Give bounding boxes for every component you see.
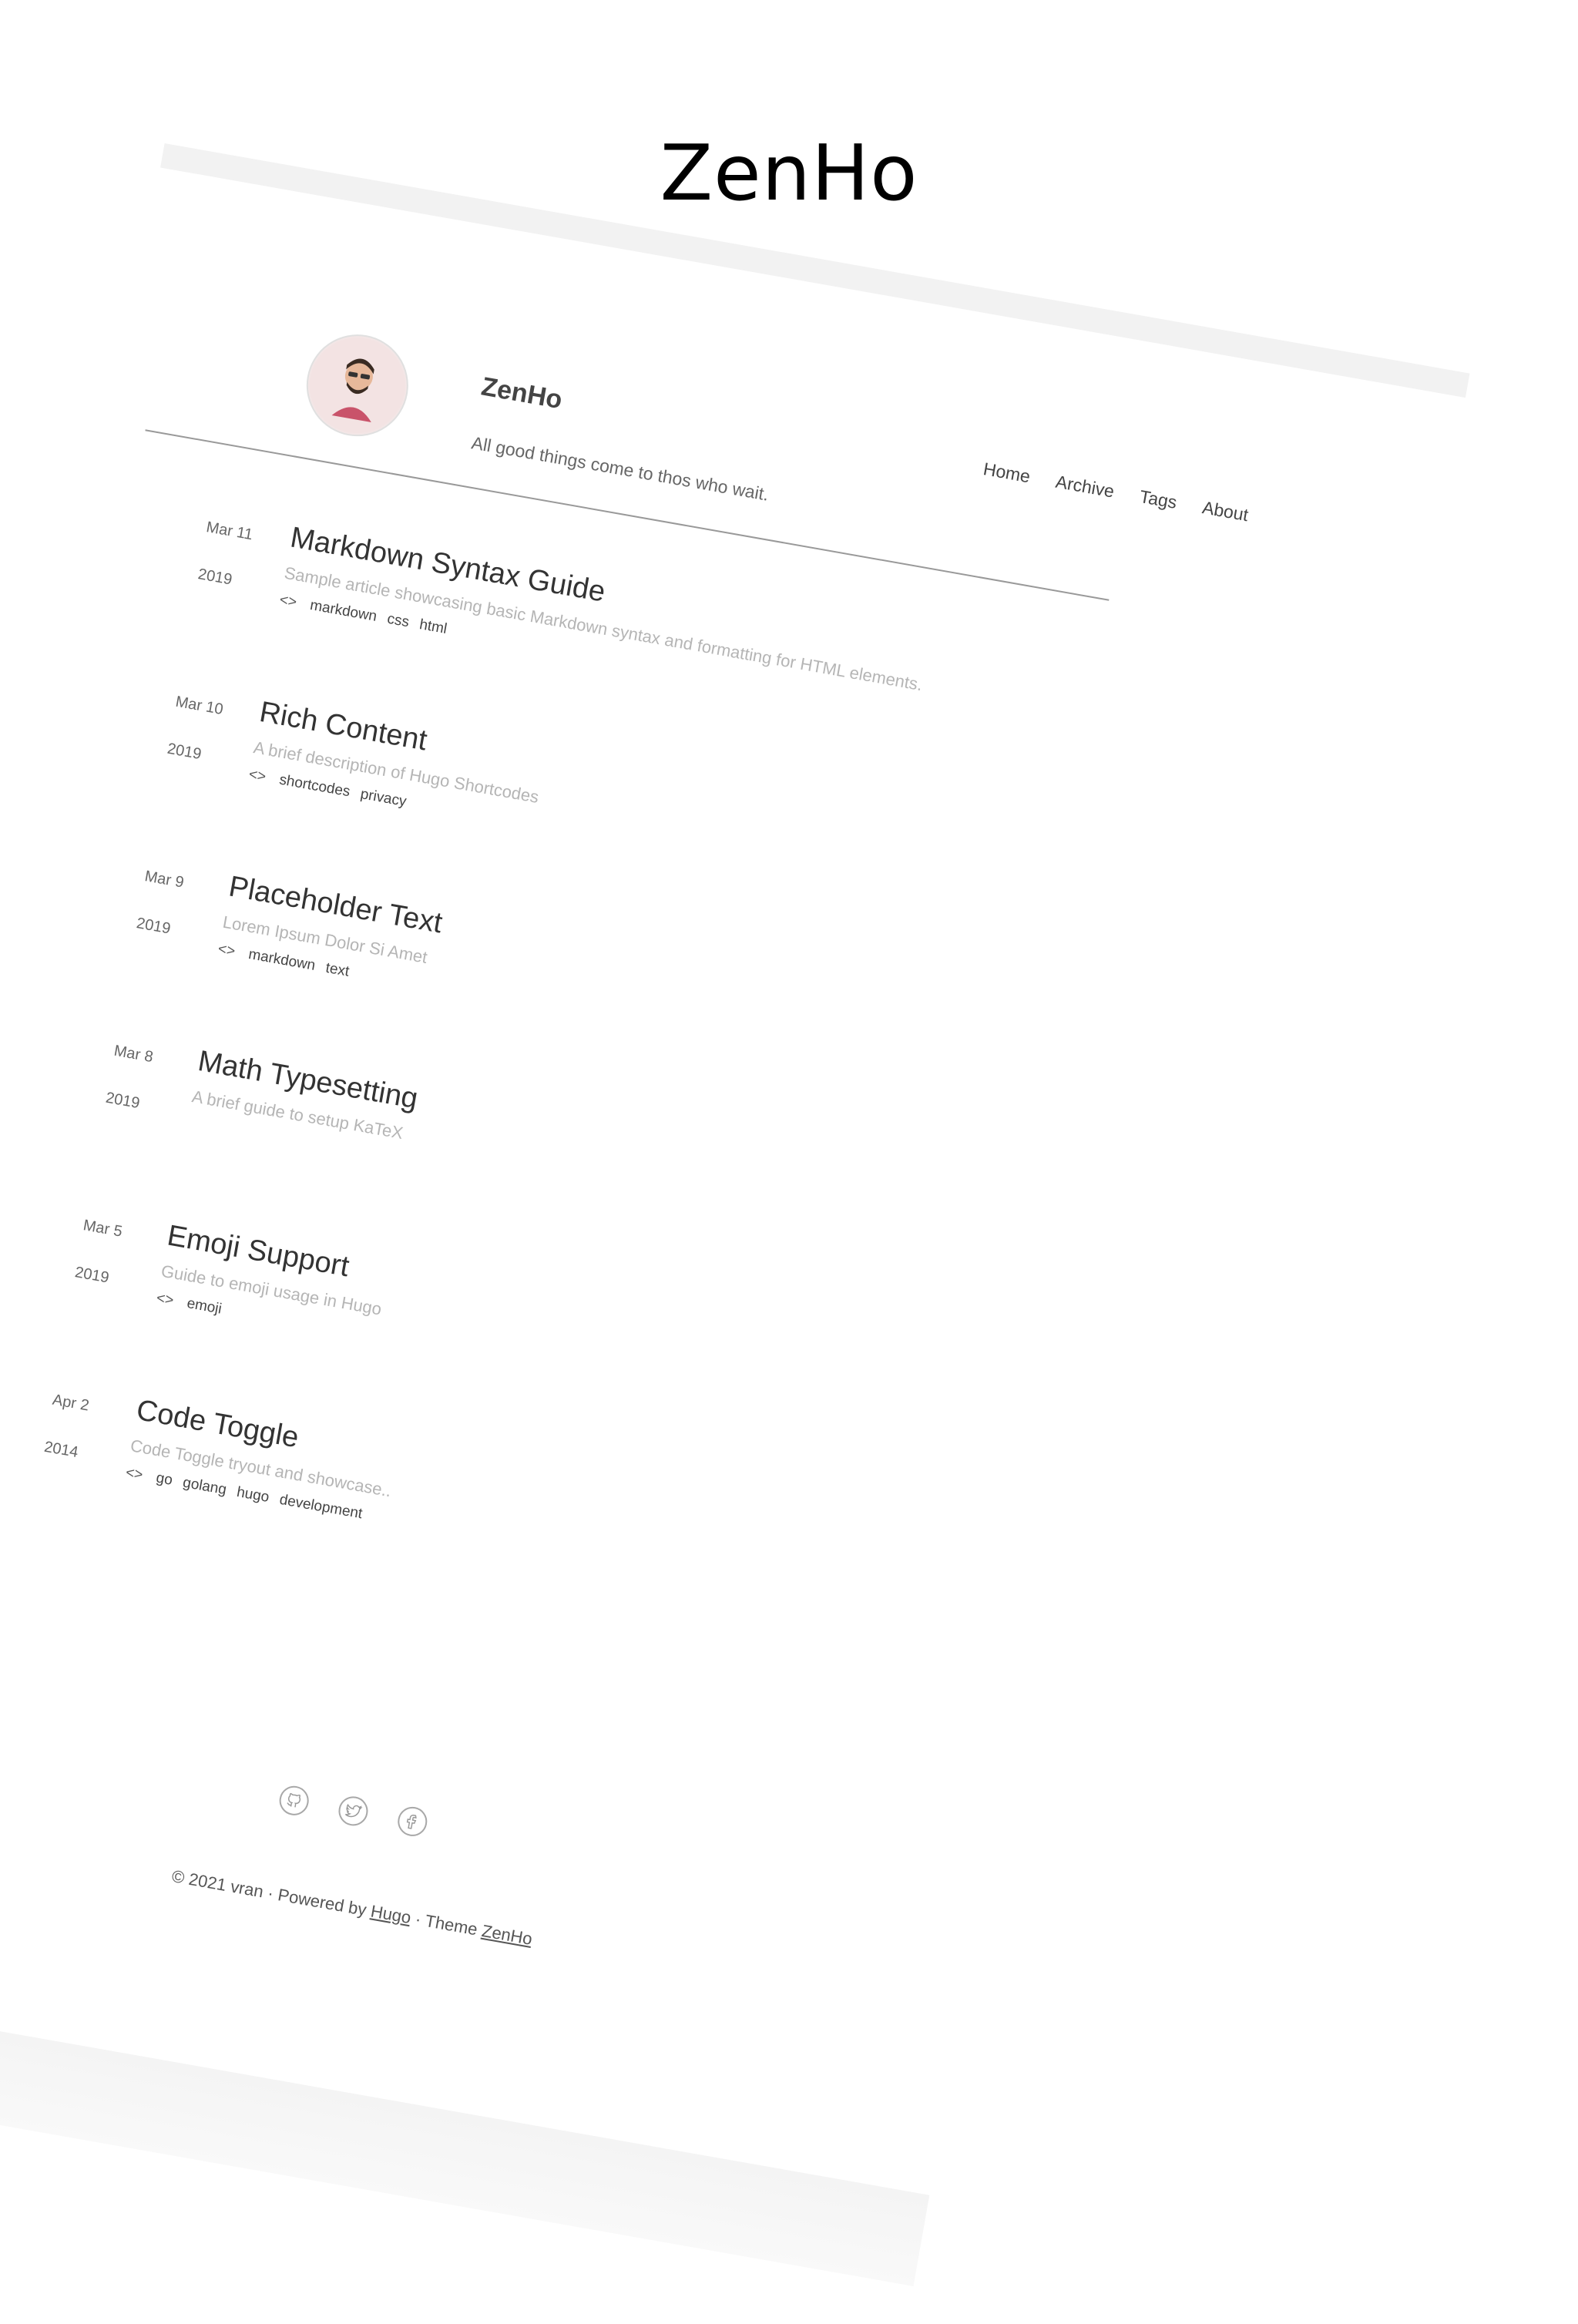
tag-link[interactable]: markdown	[247, 946, 317, 975]
code-icon: <>	[124, 1464, 144, 1484]
code-icon: <>	[278, 592, 298, 611]
site-name[interactable]: ZenHo	[479, 371, 565, 415]
post-date: Mar 11 2019	[194, 503, 294, 612]
facebook-icon[interactable]	[395, 1804, 430, 1839]
copyright-text: © 2021 vran · Powered by	[170, 1866, 368, 1920]
post-date: Mar 5 2019	[71, 1201, 171, 1310]
site-footer: © 2021 vran · Powered by Hugo · Theme Ze…	[70, 1746, 829, 1949]
nav-archive[interactable]: Archive	[1054, 472, 1116, 502]
code-icon: <>	[247, 766, 267, 786]
hugo-link[interactable]: Hugo	[369, 1901, 412, 1927]
tag-link[interactable]: markdown	[309, 597, 378, 626]
tag-link[interactable]: golang	[182, 1475, 228, 1500]
nav-about[interactable]: About	[1200, 497, 1250, 526]
post-list: Mar 11 2019 Markdown Syntax Guide Sample…	[26, 503, 1349, 1751]
tag-link[interactable]: development	[278, 1492, 364, 1523]
tag-link[interactable]: hugo	[235, 1484, 270, 1506]
avatar[interactable]	[298, 326, 417, 445]
github-icon[interactable]	[277, 1783, 311, 1818]
main-nav: Home Archive Tags About	[982, 458, 1250, 526]
code-icon: <>	[217, 941, 237, 960]
tag-link[interactable]: css	[386, 611, 411, 632]
tag-link[interactable]: emoji	[186, 1295, 223, 1318]
post-date: Mar 10 2019	[163, 678, 264, 787]
code-icon: <>	[155, 1290, 175, 1309]
footer-band	[0, 1965, 930, 2286]
zenho-link[interactable]: ZenHo	[480, 1921, 533, 1949]
theme-text: · Theme	[414, 1909, 479, 1939]
twitter-icon[interactable]	[336, 1794, 371, 1829]
post-date: Apr 2 2014	[40, 1376, 140, 1485]
tag-link[interactable]: shortcodes	[278, 772, 351, 801]
tag-link[interactable]: privacy	[359, 786, 408, 811]
social-links	[277, 1783, 430, 1839]
site-screenshot: ZenHo All good things come to thos who w…	[0, 143, 1470, 2286]
post-date: Mar 9 2019	[133, 852, 233, 961]
tilted-screenshot: ZenHo All good things come to thos who w…	[0, 0, 1578, 2286]
nav-home[interactable]: Home	[982, 458, 1032, 487]
tag-link[interactable]: text	[324, 960, 351, 981]
copyright: © 2021 vran · Powered by Hugo · Theme Ze…	[170, 1866, 534, 1950]
nav-tags[interactable]: Tags	[1138, 486, 1178, 513]
post-date: Mar 8 2019	[102, 1027, 202, 1136]
tag-link[interactable]: html	[418, 616, 448, 638]
tag-link[interactable]: go	[155, 1470, 173, 1489]
